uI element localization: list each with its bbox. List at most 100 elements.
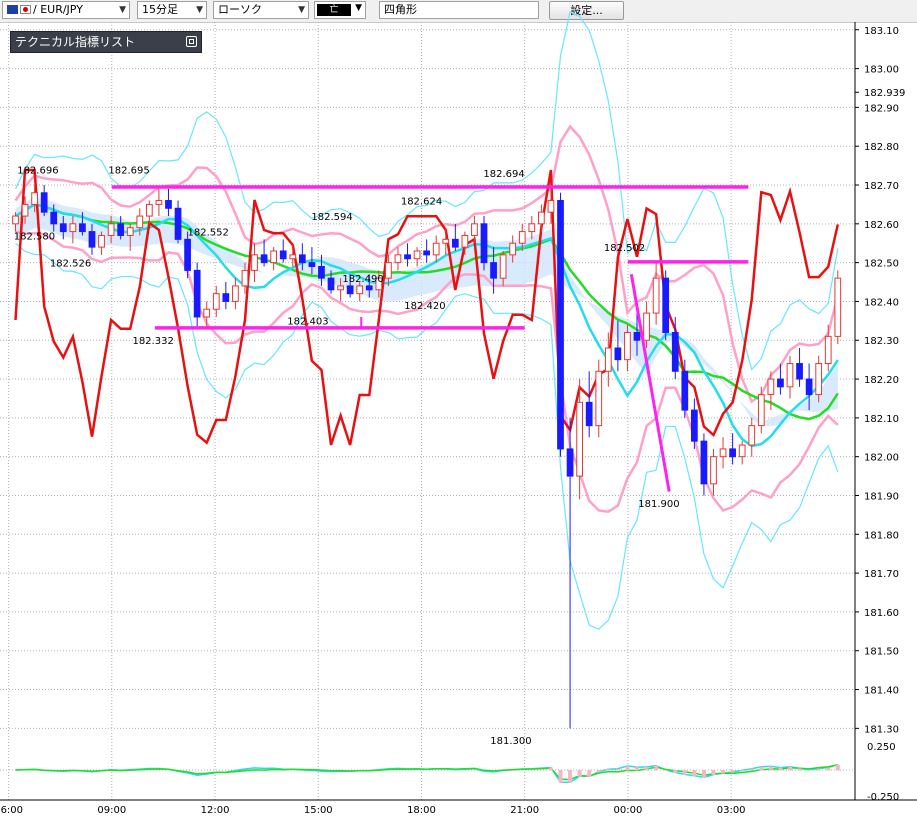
candle-body <box>289 254 297 260</box>
candle-body <box>251 254 258 271</box>
candle-body <box>117 223 125 236</box>
price-annotation: 182.403 <box>287 317 328 328</box>
histogram-bar <box>730 770 735 773</box>
price-annotation: 182.580 <box>14 231 55 242</box>
histogram-bar <box>692 770 697 777</box>
candle-body <box>786 363 794 388</box>
candle-body <box>203 308 211 318</box>
candle-body <box>327 277 335 291</box>
price-annotation: 182.594 <box>311 212 352 223</box>
y-tick-label: 181.50 <box>864 647 899 658</box>
candle-body <box>337 285 344 291</box>
y-tick-label: 181.40 <box>864 686 899 697</box>
price-chart[interactable]: 182.696 182.580 182.526 182.695 182.552 182.3… <box>0 0 917 819</box>
restore-icon[interactable] <box>186 36 197 47</box>
indicator-overlays <box>14 10 840 630</box>
candle-body <box>480 223 488 264</box>
candle-body <box>671 331 679 372</box>
chart-grid <box>0 22 917 801</box>
candle-body <box>557 200 564 450</box>
histogram-bar <box>721 770 726 774</box>
candle-body <box>681 370 689 411</box>
price-annotation: 182.695 <box>108 165 149 176</box>
candle-body <box>404 254 411 260</box>
indicator-list-panel[interactable]: テクニカル指標リスト <box>10 31 202 53</box>
x-tick-label: 00:00 <box>614 805 643 816</box>
histogram-bar <box>654 765 659 771</box>
candle-body <box>710 456 717 485</box>
histogram-bar <box>768 766 773 771</box>
candle-body <box>12 215 19 225</box>
price-annotation: 182.696 <box>17 165 58 176</box>
x-tick-label: 09:00 <box>97 805 126 816</box>
histogram-bar <box>778 767 783 771</box>
histogram-bar <box>749 768 754 771</box>
candle-body <box>21 203 29 217</box>
candle-body <box>59 223 67 233</box>
candle-body <box>652 277 660 314</box>
candle-body <box>212 293 220 310</box>
candle-body <box>691 409 698 442</box>
x-tick-label: 12:00 <box>201 805 230 816</box>
osc-tick-label: 0.250 <box>867 742 896 753</box>
candle-body <box>738 444 746 458</box>
bollinger-upper-outer <box>14 10 839 371</box>
histogram-bar <box>568 770 573 783</box>
candle-body <box>585 401 593 427</box>
price-annotation: 182.526 <box>50 259 91 270</box>
candle-body <box>451 238 459 248</box>
candle-body <box>241 269 249 287</box>
histogram-bar <box>740 770 745 771</box>
candle-body <box>165 200 172 209</box>
candle-body <box>604 347 612 372</box>
price-annotation: 181.300 <box>490 736 531 747</box>
candle-body <box>413 250 421 260</box>
histogram-bar <box>644 766 649 771</box>
candle-body <box>643 312 650 341</box>
candle-body <box>633 331 641 341</box>
candle-body <box>40 192 48 213</box>
candle-body <box>748 425 756 446</box>
panel-title: テクニカル指標リスト <box>15 35 136 49</box>
price-annotation: 182.552 <box>188 227 229 238</box>
candle-body <box>356 285 364 295</box>
histogram-bar <box>625 765 630 771</box>
candle-body <box>442 238 450 244</box>
candle-body <box>757 394 765 427</box>
histogram-bar <box>835 764 840 771</box>
histogram-bar <box>673 770 678 773</box>
y-tick-label: 181.90 <box>864 491 899 502</box>
y-tick-label: 182.10 <box>864 414 899 425</box>
candle-body <box>547 200 555 213</box>
histogram-bar <box>807 769 812 771</box>
y-tick-label: 182.00 <box>864 453 899 464</box>
histogram-bar <box>711 770 716 776</box>
candle-body <box>777 378 784 388</box>
candle-body <box>136 215 144 229</box>
oscillator-pane: 0.250 -0.250 <box>0 742 899 803</box>
y-tick-label: 182.40 <box>864 297 899 308</box>
candle-body <box>155 200 163 205</box>
candle-body <box>528 223 536 233</box>
candle-body <box>824 335 832 365</box>
y-tick-label: 182.50 <box>864 259 899 270</box>
candle-body <box>279 250 287 260</box>
x-tick-label: 06:00 <box>0 805 23 816</box>
candle-body <box>50 211 58 225</box>
y-tick-label: 182.939 <box>864 88 905 99</box>
y-tick-label: 181.80 <box>864 530 899 541</box>
histogram-bar <box>606 769 611 771</box>
candle-body <box>394 254 402 264</box>
histogram-bar <box>826 767 831 771</box>
candle-body <box>222 293 230 302</box>
candle-body <box>509 242 517 256</box>
candle-body <box>538 211 545 225</box>
candle-body <box>346 285 354 295</box>
x-tick-label: 15:00 <box>304 805 333 816</box>
price-annotation: 182.502 <box>604 243 645 254</box>
candle-body <box>184 238 191 271</box>
y-tick-label: 181.60 <box>864 608 899 619</box>
candle-body <box>270 250 278 264</box>
candle-body <box>126 227 134 236</box>
candle-body <box>98 234 105 248</box>
